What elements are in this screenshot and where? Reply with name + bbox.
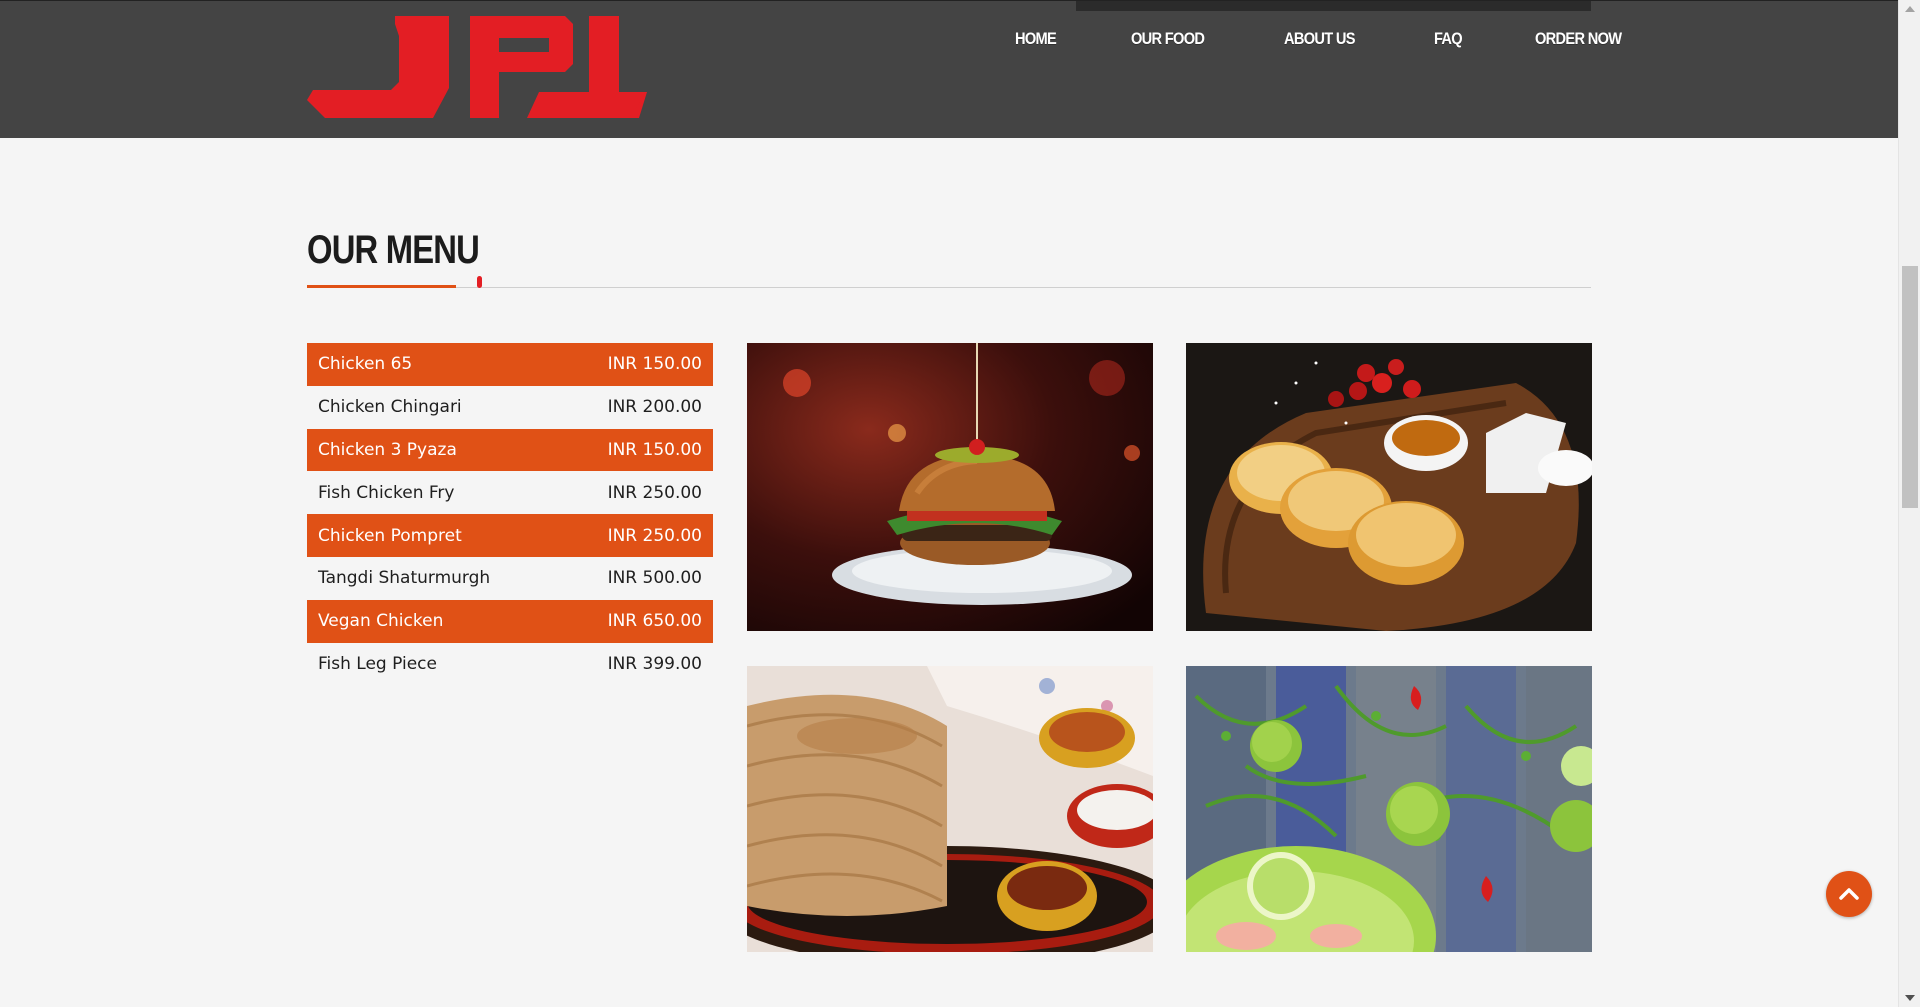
burger-photo bbox=[747, 343, 1153, 631]
gallery-image-burger[interactable] bbox=[747, 343, 1153, 631]
gallery-image-pancakes[interactable] bbox=[1186, 343, 1592, 631]
menu-item-price: INR 399.00 bbox=[607, 653, 702, 674]
menu-item: Chicken 65 INR 150.00 bbox=[307, 343, 713, 386]
chevron-up-icon bbox=[1839, 888, 1859, 900]
scroll-down-arrow-icon[interactable] bbox=[1905, 995, 1915, 1001]
menu-item: Tangdi Shaturmurgh INR 500.00 bbox=[307, 557, 713, 600]
gallery-image-limes[interactable] bbox=[1186, 666, 1592, 952]
site-logo[interactable] bbox=[307, 16, 647, 124]
main-nav: HOME OUR FOOD ABOUT US FAQ ORDER NOW bbox=[1015, 29, 1635, 49]
menu-item: Chicken 3 Pyaza INR 150.00 bbox=[307, 428, 713, 472]
nav-home[interactable]: HOME bbox=[1015, 29, 1057, 49]
menu-item: Vegan Chicken INR 650.00 bbox=[307, 599, 713, 643]
section-title: OUR MENU bbox=[307, 228, 480, 272]
menu-item-name: Chicken 65 bbox=[318, 354, 413, 375]
menu-list: Chicken 65 INR 150.00 Chicken Chingari I… bbox=[307, 343, 713, 685]
hero-image-strip bbox=[1076, 1, 1591, 11]
limes-photo bbox=[1186, 666, 1592, 952]
menu-item-price: INR 150.00 bbox=[607, 354, 702, 375]
title-accent-dot bbox=[477, 276, 482, 288]
jpl-logo-icon bbox=[307, 16, 647, 118]
nav-our-food[interactable]: OUR FOOD bbox=[1131, 29, 1205, 49]
back-to-top-button[interactable] bbox=[1826, 871, 1872, 917]
menu-item: Fish Leg Piece INR 399.00 bbox=[307, 643, 713, 686]
menu-item: Chicken Chingari INR 200.00 bbox=[307, 386, 713, 429]
menu-item-name: Fish Leg Piece bbox=[318, 653, 437, 674]
nav-order-now[interactable]: ORDER NOW bbox=[1535, 29, 1622, 49]
menu-item-price: INR 500.00 bbox=[607, 568, 702, 589]
menu-item-name: Fish Chicken Fry bbox=[318, 482, 455, 503]
menu-item-price: INR 650.00 bbox=[607, 611, 702, 632]
gallery-image-crepes[interactable] bbox=[747, 666, 1153, 952]
nav-faq[interactable]: FAQ bbox=[1434, 29, 1463, 49]
crepes-photo bbox=[747, 666, 1153, 952]
site-header: HOME OUR FOOD ABOUT US FAQ ORDER NOW bbox=[0, 0, 1898, 138]
menu-item: Chicken Pompret INR 250.00 bbox=[307, 514, 713, 557]
menu-item-price: INR 200.00 bbox=[607, 397, 702, 418]
menu-item-price: INR 150.00 bbox=[607, 439, 702, 460]
menu-item-name: Chicken Pompret bbox=[318, 525, 462, 546]
menu-item-name: Chicken 3 Pyaza bbox=[318, 439, 457, 460]
nav-about-us[interactable]: ABOUT US bbox=[1284, 29, 1356, 49]
pancakes-photo bbox=[1186, 343, 1592, 631]
vertical-scrollbar[interactable] bbox=[1898, 0, 1920, 1007]
scroll-up-arrow-icon[interactable] bbox=[1905, 6, 1915, 12]
menu-item-name: Tangdi Shaturmurgh bbox=[318, 568, 491, 589]
menu-item-price: INR 250.00 bbox=[607, 525, 702, 546]
menu-item-name: Vegan Chicken bbox=[318, 611, 444, 632]
title-underline bbox=[307, 285, 456, 288]
title-divider bbox=[307, 287, 1591, 288]
menu-item-name: Chicken Chingari bbox=[318, 397, 462, 418]
menu-item-price: INR 250.00 bbox=[607, 482, 702, 503]
menu-item: Fish Chicken Fry INR 250.00 bbox=[307, 471, 713, 514]
scrollbar-thumb[interactable] bbox=[1902, 266, 1918, 508]
